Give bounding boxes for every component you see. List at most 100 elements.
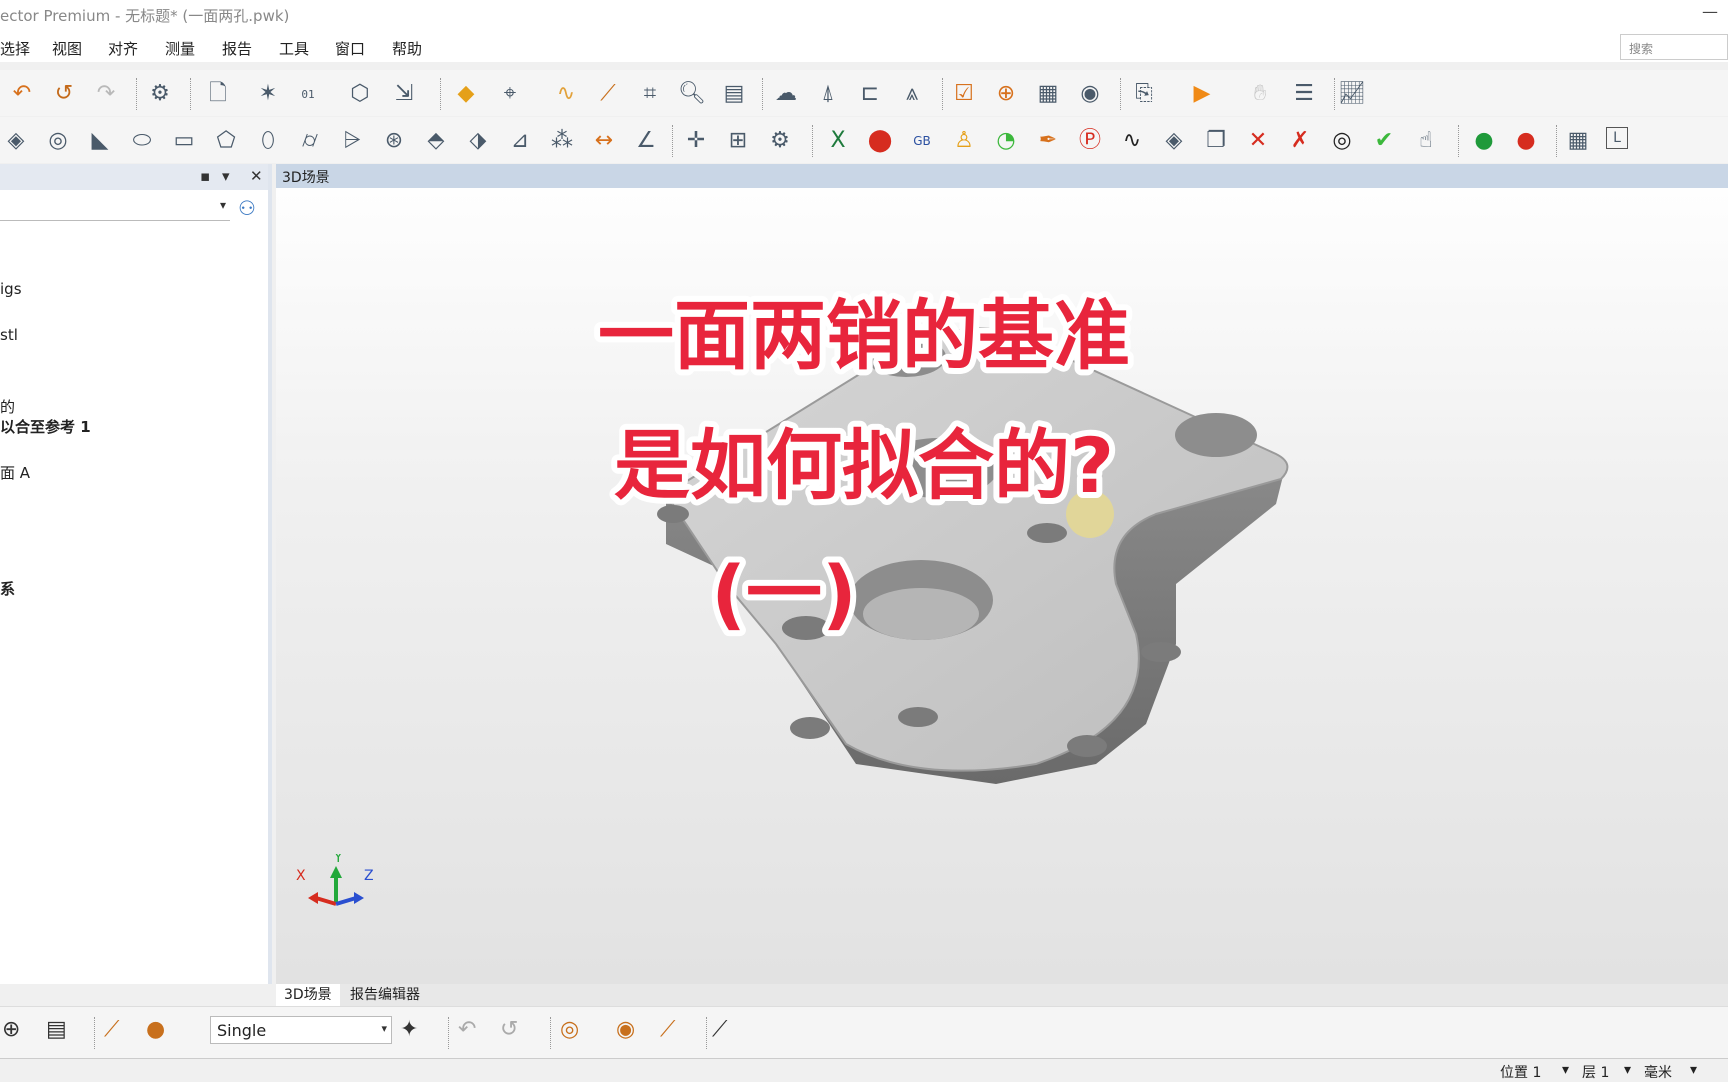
align-icon[interactable]: ⇲	[390, 80, 418, 108]
status-unit[interactable]: 毫米	[1644, 1062, 1672, 1082]
menu-help[interactable]: 帮助	[392, 38, 422, 59]
list-icon[interactable]: ☰	[1290, 80, 1318, 108]
slot-icon[interactable]: ⬭	[128, 127, 156, 155]
circle-icon[interactable]: ◎	[44, 127, 72, 155]
undo-history-icon[interactable]: ↺	[50, 80, 78, 108]
ellipse-icon[interactable]: ⬯	[254, 127, 282, 155]
clapper-icon[interactable]: ▤	[46, 1019, 67, 1041]
chevron-down-icon[interactable]: ▾	[1624, 1062, 1631, 1078]
mode-select[interactable]: Single ▾	[210, 1016, 392, 1044]
hand-icon[interactable]: ✋︎	[1246, 80, 1274, 108]
table2-icon[interactable]: ▦	[1564, 127, 1592, 155]
robot-arm-icon[interactable]: ⟋	[104, 1019, 119, 1041]
menu-select[interactable]: 选择	[0, 38, 30, 59]
checklist-icon[interactable]: ☑	[950, 80, 978, 108]
menu-report[interactable]: 报告	[222, 38, 252, 59]
tree-item[interactable]: 系	[0, 578, 15, 599]
gear-icon[interactable]: ⚙	[766, 127, 794, 155]
status-layer[interactable]: 层 1	[1582, 1062, 1609, 1082]
menu-align[interactable]: 对齐	[108, 38, 138, 59]
magnify-icon[interactable]: 🔍︎	[678, 80, 706, 108]
angle-icon[interactable]: ∠	[632, 127, 660, 155]
arm-icon[interactable]: ⟋	[712, 1019, 727, 1041]
color-map-icon[interactable]: ◆	[452, 80, 480, 108]
redo-icon[interactable]: ↷	[92, 80, 120, 108]
excel-icon[interactable]: X	[824, 127, 852, 155]
touch-icon[interactable]: ☝	[1412, 127, 1440, 155]
measure-icon[interactable]: ⌖	[496, 80, 524, 108]
probe-icon[interactable]: ⟋	[594, 80, 622, 108]
menu-view[interactable]: 视图	[52, 38, 82, 59]
target-check-icon[interactable]: ◉	[616, 1019, 635, 1041]
report-icon[interactable]: ▤	[720, 80, 748, 108]
scatter-icon[interactable]: ✶	[254, 80, 282, 108]
record-green-icon[interactable]: ●	[1470, 127, 1498, 155]
undo-icon[interactable]: ↶	[8, 80, 36, 108]
pointcloud-icon[interactable]: ⬡	[346, 80, 374, 108]
close-icon[interactable]: ✕	[250, 167, 263, 185]
status-position[interactable]: 位置 1	[1500, 1062, 1541, 1082]
box-icon[interactable]: ⬗	[464, 127, 492, 155]
gb-icon[interactable]: GB	[908, 127, 936, 155]
tree-filter-combo[interactable]: ▾	[0, 196, 230, 221]
grid-icon[interactable]: ⊞	[724, 127, 752, 155]
menu-tools[interactable]: 工具	[279, 38, 309, 59]
layers-icon[interactable]: ◈	[1160, 127, 1188, 155]
minimize-button[interactable]: —	[1702, 2, 1718, 21]
freeform-icon[interactable]: ⬘	[422, 127, 450, 155]
cone3d-icon[interactable]: ⩥	[338, 127, 366, 155]
tree-item[interactable]: igs	[0, 280, 22, 298]
person-icon[interactable]: ♙	[950, 127, 978, 155]
menu-window[interactable]: 窗口	[335, 38, 365, 59]
pin-icon[interactable]: ▪	[200, 167, 210, 185]
path-icon[interactable]: ⟋	[660, 1019, 675, 1041]
clock-icon[interactable]: ◔	[992, 127, 1020, 155]
filter-icon[interactable]: ⚇	[238, 196, 256, 220]
panel-menu-icon[interactable]: ▾	[222, 167, 230, 185]
probe-path-icon[interactable]: ⌗	[636, 80, 664, 108]
gauge-icon[interactable]: ⍋	[814, 80, 842, 108]
pins-icon[interactable]: ⁂	[548, 127, 576, 155]
tree-item[interactable]: 面 A	[0, 462, 30, 483]
rect-icon[interactable]: ▭	[170, 127, 198, 155]
menu-measure[interactable]: 测量	[165, 38, 195, 59]
rotate-multi-icon[interactable]: ↺	[500, 1019, 518, 1041]
caliper-icon[interactable]: ⊏	[856, 80, 884, 108]
p-icon[interactable]: Ⓟ	[1076, 127, 1104, 155]
touch-probe-icon[interactable]: ✦	[400, 1019, 418, 1041]
tab-3d-scene[interactable]: 3D场景	[276, 984, 340, 1006]
cubes-icon[interactable]: ❐	[1202, 127, 1230, 155]
pen-icon[interactable]: ✒	[1034, 127, 1062, 155]
search-input[interactable]: 搜索	[1620, 34, 1728, 60]
tree-item[interactable]: 的	[0, 396, 15, 417]
3d-scene[interactable]: 3D场景 一面两销的基准 是如何拟合的? (一) X Y Z	[276, 164, 1728, 984]
explode-icon[interactable]: ✕	[1244, 127, 1272, 155]
compass-icon[interactable]: ⩓	[898, 80, 926, 108]
probe-tip-icon[interactable]: ●	[146, 1019, 165, 1041]
settings-icon[interactable]: ⚙	[146, 80, 174, 108]
cylinder-icon[interactable]: ⌭	[296, 127, 324, 155]
chevron-down-icon[interactable]: ▾	[1562, 1062, 1569, 1078]
l-icon[interactable]: L	[1606, 127, 1628, 149]
hide-icon[interactable]: ◎	[1328, 127, 1356, 155]
binary-icon[interactable]: 01	[294, 80, 322, 108]
tab-report-editor[interactable]: 报告编辑器	[342, 984, 428, 1006]
dial-icon[interactable]: ⊕	[2, 1019, 20, 1041]
sphere-icon[interactable]: ⊛	[380, 127, 408, 155]
rotate-icon[interactable]: ↶	[458, 1019, 476, 1041]
table-icon[interactable]: ▦	[1034, 80, 1062, 108]
chevron-down-icon[interactable]: ▾	[1690, 1062, 1697, 1078]
distance-icon[interactable]: ↔	[590, 127, 618, 155]
target-x-icon[interactable]: ✗	[1286, 127, 1314, 155]
pulse-icon[interactable]: ∿	[1118, 127, 1146, 155]
import-icon[interactable]: ⎘	[1130, 80, 1158, 108]
check-icon[interactable]: ✔	[1370, 127, 1398, 155]
crosshair-icon[interactable]: ✛	[682, 127, 710, 155]
angle-line-icon[interactable]: ⊿	[506, 127, 534, 155]
cone-icon[interactable]: ◣	[86, 127, 114, 155]
play-icon[interactable]: ▶	[1188, 80, 1216, 108]
record-red-icon[interactable]: ●	[1512, 127, 1540, 155]
polygon-icon[interactable]: ⬠	[212, 127, 240, 155]
curve-icon[interactable]: ∿	[552, 80, 580, 108]
graph-icon[interactable]: 📈︎	[1338, 80, 1366, 108]
